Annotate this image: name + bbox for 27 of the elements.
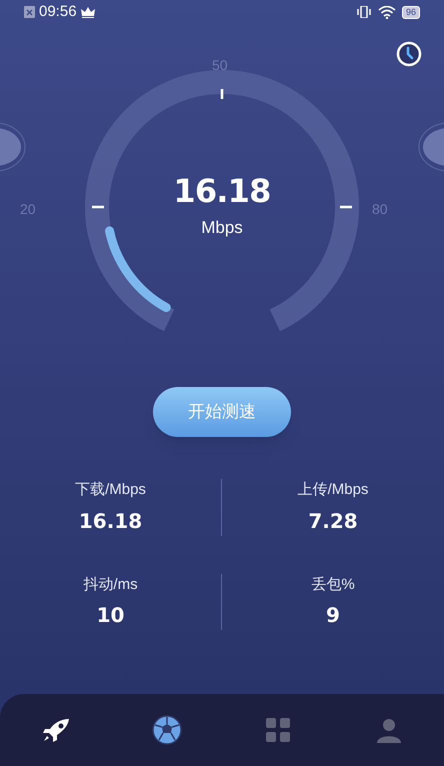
rocket-icon[interactable] <box>40 717 70 743</box>
stat-label: 抖动/ms <box>83 574 138 594</box>
wifi-icon <box>378 6 396 18</box>
stat-value: 9 <box>326 602 340 629</box>
gauge-tick <box>92 206 104 208</box>
gauge-label: 80 <box>372 200 388 219</box>
stat-value: 10 <box>96 602 124 629</box>
side-dial-drawing <box>0 122 26 172</box>
gauge-tick <box>220 89 224 99</box>
sim-icon <box>24 6 35 18</box>
battery-indicator: 96 <box>402 6 420 18</box>
speed-value: 16.18 <box>173 172 271 210</box>
stat-label: 上传/Mbps <box>298 480 368 500</box>
gauge-label: 20 <box>20 200 36 219</box>
stat-label: 丢包% <box>311 574 355 594</box>
status-time: 09:56 <box>39 2 77 22</box>
stat-value: 16.18 <box>78 508 142 534</box>
speed-unit: Mbps <box>201 217 243 239</box>
history-icon[interactable] <box>396 41 422 67</box>
stat-value: 7.28 <box>308 508 358 534</box>
vibrate-icon <box>356 6 372 18</box>
ball-icon[interactable] <box>152 715 182 745</box>
gauge-tick <box>340 206 352 208</box>
stat-label: 下载/Mbps <box>75 480 146 500</box>
side-dial-drawing <box>418 122 444 172</box>
start-test-button[interactable]: 开始测速 <box>153 387 291 437</box>
crown-icon <box>80 6 95 18</box>
